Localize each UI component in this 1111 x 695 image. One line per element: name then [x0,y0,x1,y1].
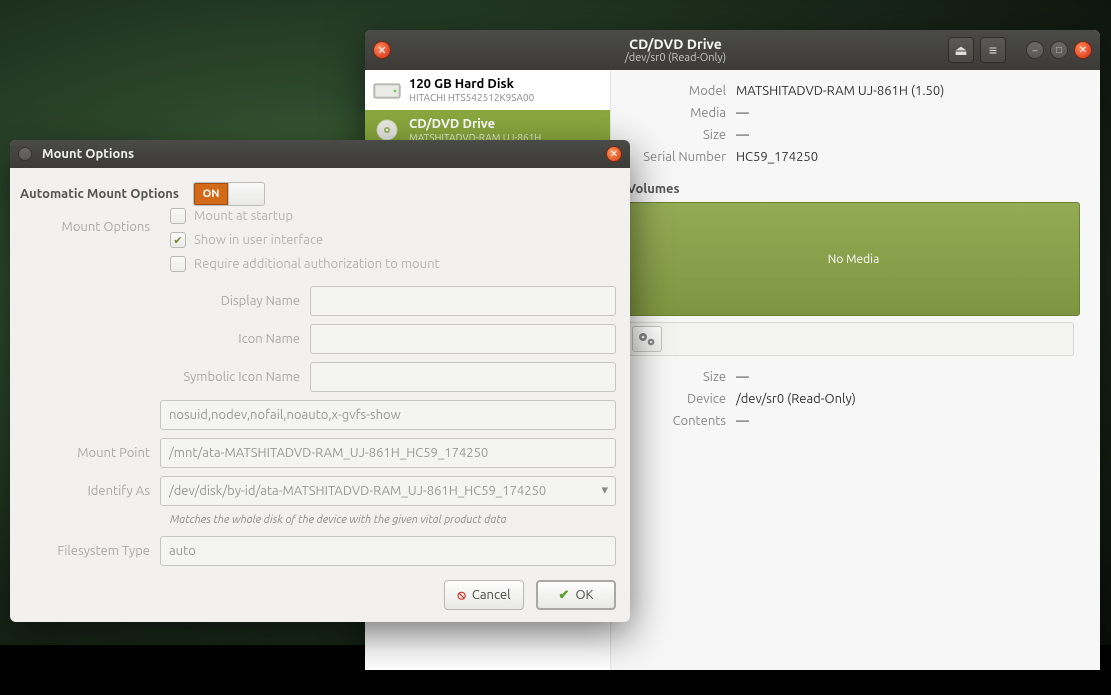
ok-icon: ✔ [559,588,570,603]
drive-menu-button[interactable]: ≡ [980,37,1006,63]
value-contents: — [736,414,1080,428]
gears-icon [637,331,657,347]
identify-as-label: Identify As [20,484,160,498]
value-model: MATSHITADVD-RAM UJ-861H (1.50) [736,84,1080,98]
window-title: CD/DVD Drive [403,36,948,52]
identify-as-combo[interactable] [160,476,616,506]
label-serial: Serial Number [621,150,736,164]
ok-button[interactable]: ✔ OK [536,580,616,610]
disk-item-name: 120 GB Hard Disk [409,77,534,91]
automatic-mount-label: Automatic Mount Options [20,187,179,201]
mount-point-label: Mount Point [20,446,160,460]
display-name-input[interactable] [310,286,616,316]
dialog-menu-dot[interactable] [18,147,32,161]
switch-on-text: ON [194,183,228,205]
mount-options-group-label: Mount Options [20,220,160,234]
window-maximize-button[interactable]: □ [1050,41,1068,59]
hamburger-icon: ≡ [989,42,997,58]
checkbox-show-in-ui[interactable] [170,232,186,248]
hard-disk-icon [373,76,401,104]
eject-button[interactable]: ⏏ [948,37,974,63]
cancel-icon: ⦸ [457,588,465,603]
cancel-button[interactable]: ⦸ Cancel [444,580,524,610]
dialog-close-button[interactable]: ✕ [606,146,622,162]
label-vol-size: Size [621,370,736,384]
mount-point-input[interactable] [160,438,616,468]
icon-name-input[interactable] [310,324,616,354]
volume-area[interactable]: No Media [627,202,1080,316]
label-size: Size [621,128,736,142]
dialog-title: Mount Options [42,147,606,161]
value-size: — [736,128,1080,142]
cancel-button-label: Cancel [472,588,511,602]
label-media: Media [621,106,736,120]
checkbox-label-show-ui: Show in user interface [194,233,323,247]
label-device: Device [621,392,736,406]
value-serial: HC59_174250 [736,150,1080,164]
checkbox-require-auth[interactable] [170,256,186,272]
disk-list-item-hdd[interactable]: 120 GB Hard Disk HITACHI HTS542512K9SA00 [365,70,610,110]
window-close-button[interactable]: ✕ [373,41,391,59]
drive-detail-pane: ModelMATSHITADVD-RAM UJ-861H (1.50) Medi… [611,70,1100,670]
mount-options-string-input[interactable] [160,400,616,430]
switch-handle [228,183,264,205]
display-name-label: Display Name [20,294,310,308]
checkbox-label-auth: Require additional authorization to moun… [194,257,440,271]
label-model: Model [621,84,736,98]
icon-name-label: Icon Name [20,332,310,346]
mount-options-dialog: Mount Options ✕ Automatic Mount Options … [10,140,630,622]
no-media-text: No Media [828,253,880,266]
symbolic-icon-label: Symbolic Icon Name [20,370,310,384]
value-media: — [736,106,1080,120]
checkbox-mount-at-startup[interactable] [170,208,186,224]
symbolic-icon-input[interactable] [310,362,616,392]
value-device: /dev/sr0 (Read-Only) [736,392,1080,406]
window-minimize-button[interactable]: – [1026,41,1044,59]
identify-as-hint: Matches the whole disk of the device wit… [170,514,616,526]
disk-item-sub: HITACHI HTS542512K9SA00 [409,92,534,103]
ok-button-label: OK [575,588,593,602]
checkbox-label-startup: Mount at startup [194,209,293,223]
dialog-titlebar: Mount Options ✕ [10,140,630,168]
window-close-button-right[interactable]: ✕ [1074,41,1092,59]
filesystem-type-input[interactable] [160,536,616,566]
volume-settings-button[interactable] [632,326,662,352]
main-titlebar: ✕ CD/DVD Drive /dev/sr0 (Read-Only) ⏏ ≡ … [365,30,1100,70]
window-subtitle: /dev/sr0 (Read-Only) [403,52,948,65]
label-contents: Contents [621,414,736,428]
volumes-heading: Volumes [627,182,1080,196]
disk-item-name: CD/DVD Drive [409,117,541,131]
automatic-mount-switch[interactable]: ON [193,182,265,206]
volume-toolbar [627,322,1074,356]
filesystem-type-label: Filesystem Type [20,544,160,558]
eject-icon: ⏏ [954,42,967,59]
value-vol-size: — [736,370,1080,384]
